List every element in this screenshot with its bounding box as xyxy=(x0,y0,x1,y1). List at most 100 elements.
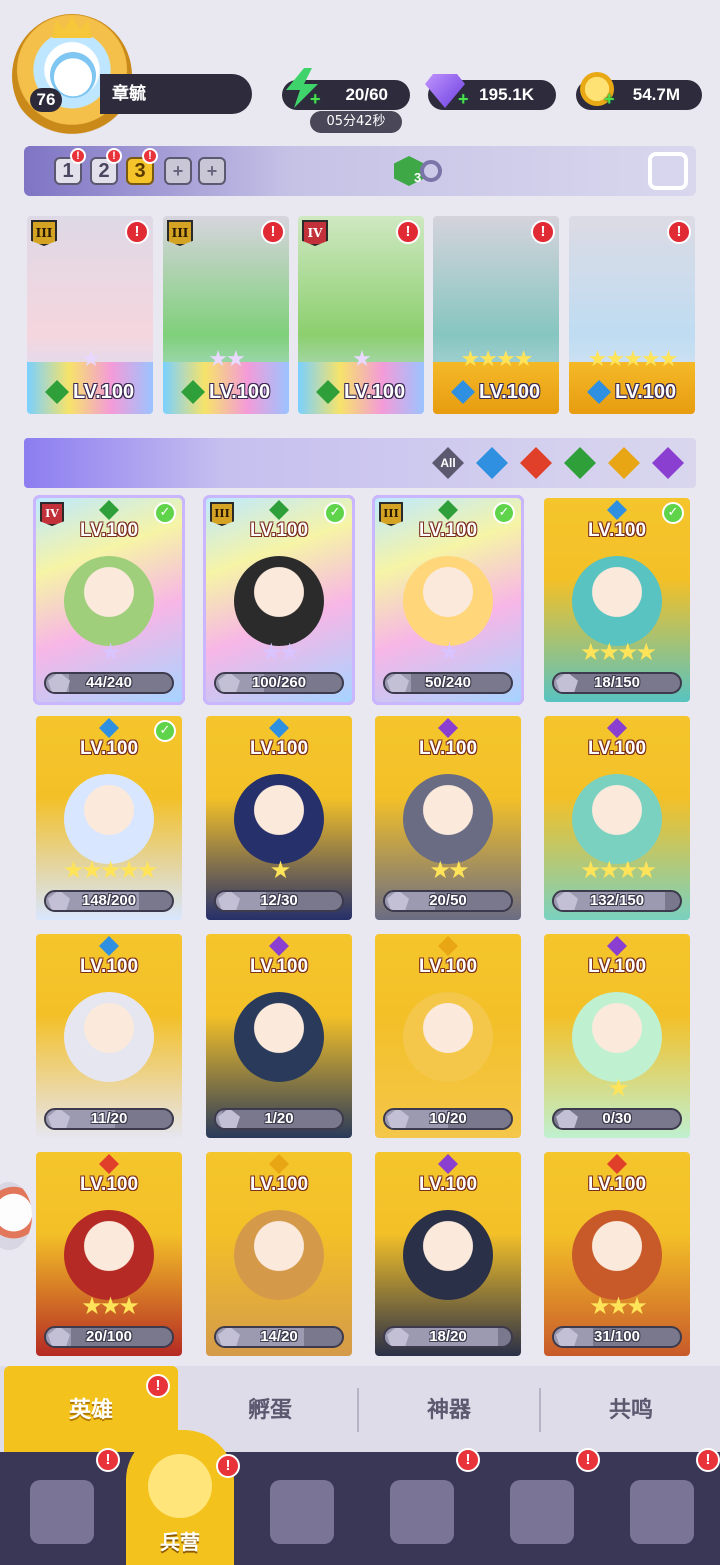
add-gold-icon[interactable]: + xyxy=(604,90,618,108)
hero-portrait xyxy=(403,1210,493,1300)
lineup-card[interactable]: III! ★ LV.100 xyxy=(27,216,153,414)
hero-card[interactable]: ✓ LV.100 ★★★★★ 148/200 xyxy=(36,716,182,920)
lineup-card[interactable]: ! ★★★★★ LV.100 xyxy=(569,216,695,414)
filter-dark-icon[interactable] xyxy=(652,447,684,479)
add-energy-icon[interactable]: + xyxy=(310,90,324,108)
shard-progress-bar: 50/240 xyxy=(383,672,513,694)
hero-card[interactable]: LV.100 ★ 12/30 xyxy=(206,716,352,920)
hero-card[interactable]: LV.100 10/20 xyxy=(375,934,521,1138)
energy-timer: 05分42秒 xyxy=(310,111,402,133)
hero-portrait xyxy=(234,556,324,646)
hero-card[interactable]: LV.100 18/20 xyxy=(375,1152,521,1356)
hero-card[interactable]: III ✓ LV.100 ★ 50/240 xyxy=(372,495,524,705)
hero-card[interactable]: ✓ LV.100 ★★★★ 18/150 xyxy=(544,498,690,702)
star-rating: ★★ xyxy=(260,638,300,666)
shard-progress-text: 44/240 xyxy=(86,674,132,691)
star-rating: ★★ xyxy=(208,347,245,372)
nav-cards[interactable]: ! xyxy=(0,1448,120,1565)
nav-map[interactable] xyxy=(240,1452,360,1565)
star-rating: ★ xyxy=(438,638,461,666)
team-3-alert-icon: ! xyxy=(142,148,158,164)
shard-progress-bar: 20/100 xyxy=(44,1326,174,1348)
add-gem-icon[interactable]: + xyxy=(458,90,472,108)
hero-card[interactable]: LV.100 ★★★ 31/100 xyxy=(544,1152,690,1356)
search-icon[interactable] xyxy=(420,160,442,182)
shard-progress-text: 0/30 xyxy=(602,1110,632,1127)
nav-mushroom[interactable]: ! xyxy=(480,1448,600,1565)
filter-water-icon[interactable] xyxy=(476,447,508,479)
floating-helper-avatar[interactable] xyxy=(0,1182,32,1250)
nav-barracks[interactable]: ! 兵营 xyxy=(126,1430,240,1565)
star-rating: ★★★★★ xyxy=(587,347,679,372)
nav-guild-alert-icon: ! xyxy=(696,1448,720,1472)
rank-badge: III xyxy=(167,220,193,246)
filter-nature-icon[interactable] xyxy=(564,447,596,479)
hero-card[interactable]: III ✓ LV.100 ★★ 100/260 xyxy=(203,495,355,705)
shard-progress-bar: 14/20 xyxy=(214,1326,344,1348)
hero-level: LV.100 xyxy=(587,738,647,759)
hero-card[interactable]: LV.100 ★★ 20/50 xyxy=(375,716,521,920)
hero-portrait xyxy=(234,774,324,864)
shard-progress-text: 11/20 xyxy=(90,1110,128,1127)
shard-progress-text: 12/30 xyxy=(260,892,298,909)
player-name: 章毓 xyxy=(100,74,252,114)
hero-portrait xyxy=(403,992,493,1082)
hero-card[interactable]: LV.100 ★★★ 20/100 xyxy=(36,1152,182,1356)
shard-progress-bar: 31/100 xyxy=(552,1326,682,1348)
hero-card[interactable]: LV.100 1/20 xyxy=(206,934,352,1138)
hero-level: LV.100 xyxy=(615,381,677,403)
shard-progress-text: 18/20 xyxy=(429,1328,467,1345)
shard-progress-text: 18/150 xyxy=(594,674,640,691)
lineup-card[interactable]: ! ★★★★ LV.100 xyxy=(433,216,559,414)
hero-portrait xyxy=(403,774,493,864)
filter-light-icon[interactable] xyxy=(608,447,640,479)
team-selector-bar: 1 ! 2 ! 3 ! + + 3 xyxy=(24,146,696,196)
add-team-button-2[interactable]: + xyxy=(198,157,226,185)
element-filter-bar: All xyxy=(24,438,696,488)
hero-portrait xyxy=(64,774,154,864)
shard-progress-text: 148/200 xyxy=(81,892,137,909)
hero-portrait xyxy=(64,556,154,646)
hero-card[interactable]: LV.100 11/20 xyxy=(36,934,182,1138)
nav-cards-alert-icon: ! xyxy=(96,1448,120,1472)
hero-level: LV.100 xyxy=(79,738,139,759)
shard-progress-bar: 100/260 xyxy=(214,672,344,694)
shard-progress-bar: 18/150 xyxy=(552,672,682,694)
hero-level: LV.100 xyxy=(479,381,541,403)
hero-level: LV.100 xyxy=(418,738,478,759)
tab-artifact[interactable]: 神器 xyxy=(360,1366,538,1452)
mushroom-icon xyxy=(510,1480,574,1544)
share-icon[interactable] xyxy=(648,152,688,190)
tab-divider xyxy=(539,1388,541,1432)
hero-level: LV.100 xyxy=(79,1174,139,1195)
lineup-card[interactable]: III! ★★ LV.100 xyxy=(163,216,289,414)
hero-card[interactable]: LV.100 14/20 xyxy=(206,1152,352,1356)
shard-progress-text: 20/50 xyxy=(429,892,467,909)
guild-icon xyxy=(630,1480,694,1544)
shard-progress-text: 1/20 xyxy=(264,1110,294,1127)
hero-card[interactable]: LV.100 ★★★★ 132/150 xyxy=(544,716,690,920)
hero-card[interactable]: IV ✓ LV.100 ★ 44/240 xyxy=(33,495,185,705)
add-team-button-1[interactable]: + xyxy=(164,157,192,185)
star-rating: ★★★★★ xyxy=(62,856,159,884)
hero-level: LV.100 xyxy=(249,1174,309,1195)
top-bar: 76 章毓 20/60 + 05分42秒 195.1K + 54.7M + xyxy=(0,0,720,140)
tab-heroes-alert-icon: ! xyxy=(146,1374,170,1398)
castle-icon xyxy=(390,1480,454,1544)
rank-badge: IV xyxy=(302,220,328,246)
tab-resonance[interactable]: 共鸣 xyxy=(542,1366,720,1452)
filter-all-button[interactable]: All xyxy=(432,447,464,479)
nav-guild[interactable]: ! xyxy=(600,1448,720,1565)
star-rating: ★ xyxy=(99,638,122,666)
nav-castle[interactable]: ! xyxy=(360,1448,480,1565)
hero-card[interactable]: LV.100 ★ 0/30 xyxy=(544,934,690,1138)
star-rating: ★★★ xyxy=(81,1292,140,1320)
map-icon xyxy=(270,1480,334,1544)
filter-fire-icon[interactable] xyxy=(520,447,552,479)
barracks-icon xyxy=(148,1454,212,1518)
star-rating: ★ xyxy=(607,1074,630,1102)
star-rating: ★★★★ xyxy=(579,856,657,884)
shard-progress-bar: 18/20 xyxy=(383,1326,513,1348)
hero-portrait xyxy=(403,556,493,646)
lineup-card[interactable]: IV! ★ LV.100 xyxy=(298,216,424,414)
